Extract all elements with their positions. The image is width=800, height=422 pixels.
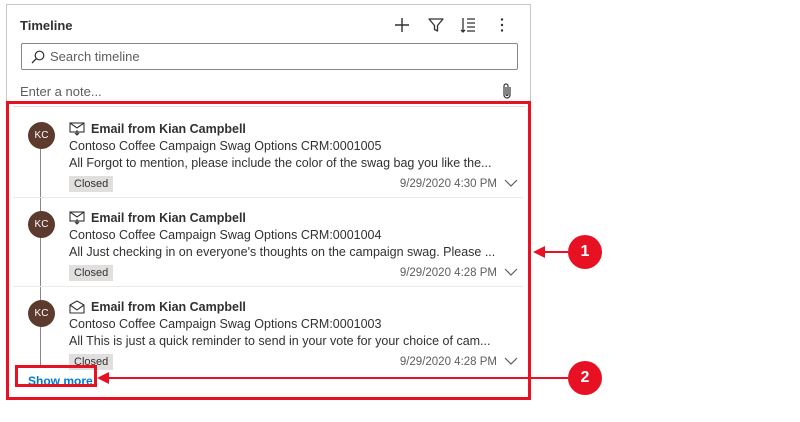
plus-icon[interactable] (393, 16, 411, 34)
note-input[interactable]: Enter a note... (20, 84, 102, 99)
search-icon (31, 50, 45, 64)
timeline-title: Timeline (20, 18, 73, 33)
callout-box-items (6, 101, 531, 400)
sort-icon[interactable] (459, 16, 477, 34)
more-vertical-icon[interactable] (493, 16, 511, 34)
filter-icon[interactable] (427, 16, 445, 34)
callout-box-show-more (15, 365, 97, 387)
callout-number: 2 (568, 361, 602, 395)
search-box (21, 43, 518, 70)
attachment-icon[interactable] (500, 82, 514, 100)
search-input[interactable] (50, 46, 510, 67)
callout-number: 1 (568, 235, 602, 269)
